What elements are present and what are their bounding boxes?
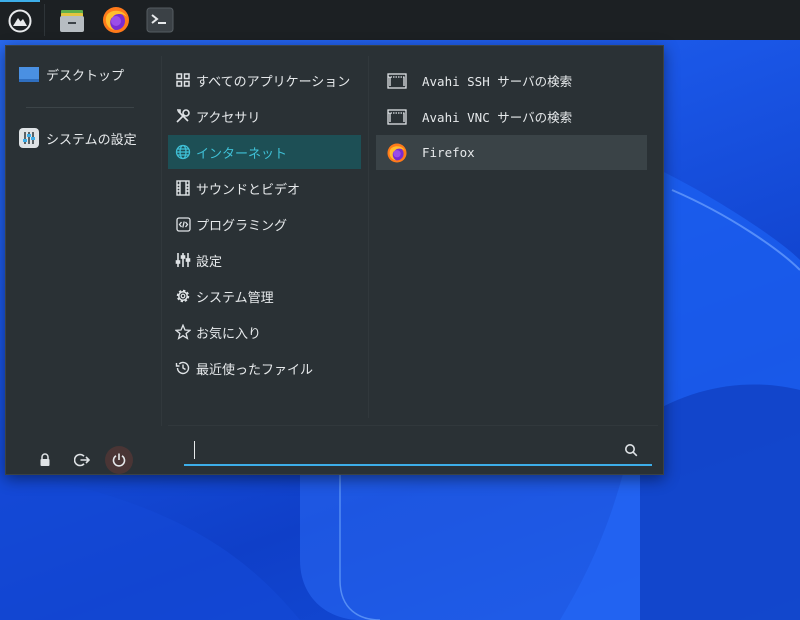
power-icon: [112, 453, 126, 467]
terminal-launcher[interactable]: [144, 0, 176, 40]
settings-manager-icon: [18, 127, 40, 149]
logout-icon: [74, 453, 90, 467]
firefox-launcher[interactable]: [100, 0, 132, 40]
code-icon: [174, 215, 192, 233]
app-label: Firefox: [422, 145, 475, 160]
category-label: インターネット: [196, 146, 288, 162]
terminal-icon: [146, 7, 174, 33]
category-label: サウンドとビデオ: [196, 182, 301, 198]
text-cursor: [194, 441, 195, 459]
category-label: お気に入り: [196, 326, 262, 342]
favorite-desktop[interactable]: デスクトップ: [18, 60, 124, 88]
sliders-icon: [174, 251, 192, 269]
whisker-menu-icon: [8, 9, 32, 33]
category-development[interactable]: プログラミング: [168, 207, 361, 241]
globe-icon: [174, 143, 192, 161]
taskbar: [0, 0, 800, 40]
firefox-icon: [386, 142, 408, 164]
favorites-divider: [26, 107, 134, 108]
network-window-icon: [386, 106, 408, 128]
favorite-label: システムの設定: [46, 132, 137, 148]
history-icon: [174, 359, 192, 377]
file-manager-launcher[interactable]: [56, 0, 88, 40]
favorite-label: デスクトップ: [46, 68, 125, 84]
category-label: アクセサリ: [196, 110, 261, 126]
tools-icon: [174, 107, 192, 125]
firefox-icon: [103, 7, 129, 33]
column-divider: [368, 56, 369, 418]
search-divider: [168, 425, 658, 426]
gear-icon: [174, 287, 192, 305]
category-label: 最近使ったファイル: [196, 362, 314, 378]
category-system[interactable]: システム管理: [168, 279, 361, 313]
column-divider: [161, 56, 162, 426]
desktop-icon: [18, 63, 40, 85]
application-menu: デスクトップ システムの設定 すべてのアプリケーション アクセサリ インターネッ…: [5, 45, 664, 475]
category-recent-files[interactable]: 最近使ったファイル: [168, 351, 361, 385]
log-out-button[interactable]: [68, 446, 96, 474]
star-icon: [174, 323, 192, 341]
category-favorites[interactable]: お気に入り: [168, 315, 361, 349]
film-icon: [174, 179, 192, 197]
app-label: Avahi VNC サーバの検索: [422, 110, 573, 125]
app-avahi-vnc[interactable]: Avahi VNC サーバの検索: [376, 99, 647, 134]
lock-screen-button[interactable]: [31, 446, 59, 474]
network-window-icon: [386, 70, 408, 92]
whisker-menu-button[interactable]: [0, 0, 40, 40]
app-avahi-ssh[interactable]: Avahi SSH サーバの検索: [376, 63, 647, 98]
category-label: すべてのアプリケーション: [196, 74, 351, 90]
category-label: システム管理: [196, 290, 274, 306]
taskbar-separator: [44, 4, 45, 36]
category-settings[interactable]: 設定: [168, 243, 361, 277]
category-all-applications[interactable]: すべてのアプリケーション: [168, 63, 361, 97]
category-internet[interactable]: インターネット: [168, 135, 361, 169]
shutdown-button[interactable]: [105, 446, 133, 474]
search-icon: [625, 444, 638, 457]
category-label: プログラミング: [196, 218, 288, 234]
category-label: 設定: [196, 254, 223, 270]
search-input[interactable]: [190, 440, 610, 462]
favorite-settings-manager[interactable]: システムの設定: [18, 124, 137, 152]
grid-icon: [174, 71, 192, 89]
file-manager-icon: [60, 10, 84, 32]
category-accessories[interactable]: アクセサリ: [168, 99, 361, 133]
app-label: Avahi SSH サーバの検索: [422, 74, 573, 89]
lock-icon: [40, 453, 50, 466]
app-firefox[interactable]: Firefox: [376, 135, 647, 170]
search-box[interactable]: [184, 436, 652, 466]
category-multimedia[interactable]: サウンドとビデオ: [168, 171, 361, 205]
